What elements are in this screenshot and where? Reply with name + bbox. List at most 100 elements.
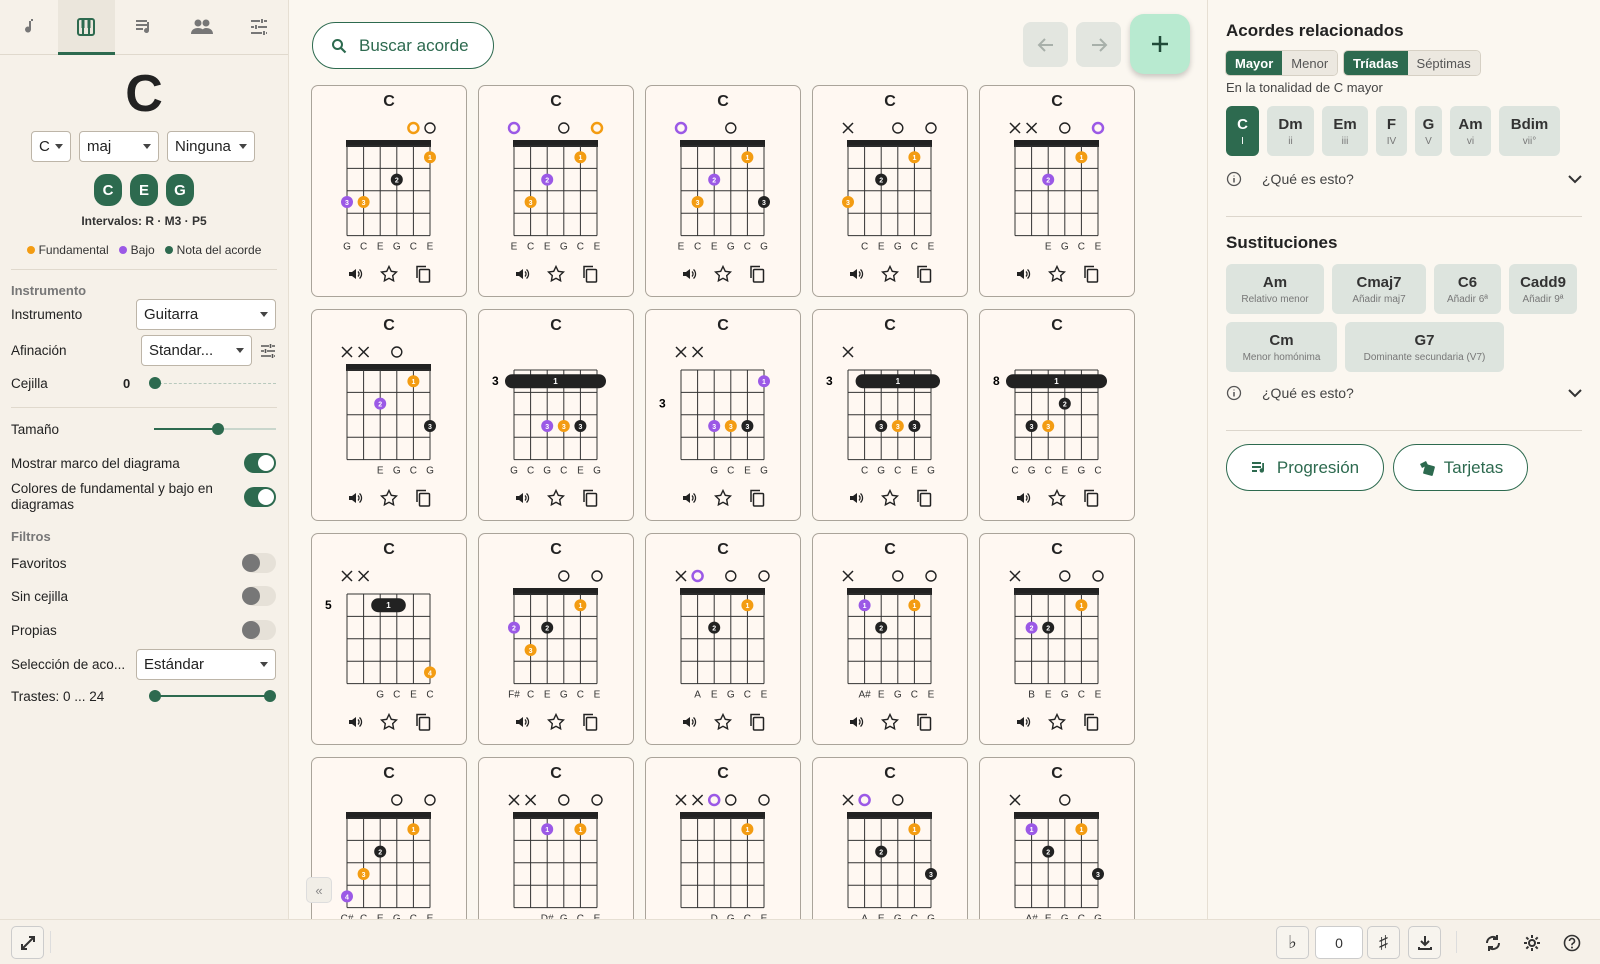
speaker-icon[interactable] — [1013, 264, 1033, 284]
forward-button[interactable] — [1076, 22, 1121, 67]
tab-progression[interactable] — [115, 0, 173, 54]
speaker-icon[interactable] — [1013, 712, 1033, 732]
search-button[interactable]: Buscar acorde — [312, 22, 494, 69]
chord-card[interactable]: C 1 1 2 A# E G C E — [812, 533, 968, 745]
related-chord-em[interactable]: Em iii — [1322, 106, 1368, 156]
mode-minor[interactable]: Menor — [1282, 51, 1338, 75]
chord-card[interactable]: C1234C#CEGCE — [311, 757, 467, 919]
chord-card[interactable]: C123AEGCG — [812, 757, 968, 919]
copy-icon[interactable] — [1081, 488, 1101, 508]
substitution-cm[interactable]: Cm Menor homónima — [1226, 322, 1337, 372]
cards-button[interactable]: Tarjetas — [1393, 444, 1528, 491]
frame-toggle[interactable] — [244, 453, 276, 473]
chord-card[interactable]: C1233GCEGCE — [311, 85, 467, 297]
download-button[interactable] — [1408, 926, 1441, 959]
speaker-icon[interactable] — [345, 712, 365, 732]
tuning-select[interactable]: Standar... — [141, 335, 252, 366]
chord-card[interactable]: C122BEGCE — [979, 533, 1135, 745]
frets-min-handle[interactable] — [149, 690, 161, 702]
copy-icon[interactable] — [747, 488, 767, 508]
note-chip[interactable]: E — [130, 174, 158, 206]
colors-toggle[interactable] — [244, 487, 276, 507]
bass-select[interactable]: Ninguna — [167, 131, 255, 162]
speaker-icon[interactable] — [679, 488, 699, 508]
copy-icon[interactable] — [413, 712, 433, 732]
tab-people[interactable] — [173, 0, 231, 54]
star-icon[interactable] — [379, 264, 399, 284]
star-icon[interactable] — [713, 264, 733, 284]
star-icon[interactable] — [546, 712, 566, 732]
copy-icon[interactable] — [747, 264, 767, 284]
star-icon[interactable] — [379, 488, 399, 508]
speaker-icon[interactable] — [1013, 488, 1033, 508]
related-chord-bdim[interactable]: Bdim vii° — [1499, 106, 1560, 156]
copy-icon[interactable] — [580, 488, 600, 508]
progression-button[interactable]: Progresión — [1226, 444, 1384, 491]
chord-card[interactable]: C1233ECEGCG — [645, 85, 801, 297]
speaker-icon[interactable] — [846, 488, 866, 508]
type-sevenths[interactable]: Séptimas — [1407, 51, 1480, 75]
size-slider-handle[interactable] — [212, 423, 225, 435]
collapse-panel-button[interactable]: « — [306, 877, 332, 903]
star-icon[interactable] — [379, 712, 399, 732]
speaker-icon[interactable] — [345, 488, 365, 508]
speaker-icon[interactable] — [846, 264, 866, 284]
quality-select[interactable]: maj — [79, 131, 159, 162]
chord-card[interactable]: C12AEGCE — [645, 533, 801, 745]
frets-range-slider[interactable] — [154, 695, 272, 697]
star-icon[interactable] — [880, 488, 900, 508]
speaker-icon[interactable] — [679, 264, 699, 284]
chord-card[interactable]: C123CEGCE — [812, 85, 968, 297]
chord-card[interactable]: C81233CGCEGC — [979, 309, 1135, 521]
add-chord-button[interactable] — [1130, 14, 1190, 74]
star-icon[interactable] — [546, 488, 566, 508]
speaker-icon[interactable] — [679, 712, 699, 732]
chord-card[interactable]: C11D#GCE — [478, 757, 634, 919]
substitution-am[interactable]: Am Relativo menor — [1226, 264, 1324, 314]
capo-slider-handle[interactable] — [149, 377, 161, 389]
chord-card[interactable]: C12EGCE — [979, 85, 1135, 297]
tab-settings[interactable] — [230, 0, 288, 54]
star-icon[interactable] — [546, 264, 566, 284]
star-icon[interactable] — [880, 712, 900, 732]
selection-select[interactable]: Estándar — [136, 649, 276, 680]
star-icon[interactable] — [880, 264, 900, 284]
chord-card[interactable]: C31333GCGCEG — [478, 309, 634, 521]
frets-max-handle[interactable] — [264, 690, 276, 702]
copy-icon[interactable] — [747, 712, 767, 732]
copy-icon[interactable] — [413, 488, 433, 508]
chord-card[interactable]: C123EGCG — [311, 309, 467, 521]
instrument-select[interactable]: Guitarra — [136, 299, 276, 330]
substitution-g7[interactable]: G7 Dominante secundaria (V7) — [1345, 322, 1504, 372]
own-toggle[interactable] — [242, 620, 276, 640]
copy-icon[interactable] — [1081, 712, 1101, 732]
chord-card[interactable]: C 1 2 2 3 F# C E G C E — [478, 533, 634, 745]
settings-button[interactable] — [1515, 926, 1548, 959]
chord-card[interactable]: C31333CGCEG — [812, 309, 968, 521]
related-chord-g[interactable]: GV — [1415, 106, 1442, 156]
note-chip[interactable]: G — [166, 174, 194, 206]
copy-icon[interactable] — [580, 712, 600, 732]
sharp-button[interactable]: ♯ — [1367, 926, 1400, 959]
chord-card[interactable]: C514GCEC — [311, 533, 467, 745]
star-icon[interactable] — [1047, 488, 1067, 508]
favorites-toggle[interactable] — [242, 553, 276, 573]
speaker-icon[interactable] — [512, 712, 532, 732]
copy-icon[interactable] — [914, 264, 934, 284]
substitution-c6[interactable]: C6 Añadir 6ª — [1434, 264, 1501, 314]
speaker-icon[interactable] — [512, 264, 532, 284]
sync-button[interactable] — [1476, 926, 1509, 959]
related-chord-c[interactable]: CI — [1226, 106, 1259, 156]
substitution-cmaj7[interactable]: Cmaj7 Añadir maj7 — [1332, 264, 1426, 314]
related-help[interactable]: ¿Qué es esto? — [1226, 171, 1582, 187]
related-chord-dm[interactable]: Dm ii — [1267, 106, 1314, 156]
star-icon[interactable] — [1047, 264, 1067, 284]
star-icon[interactable] — [713, 488, 733, 508]
star-icon[interactable] — [713, 712, 733, 732]
chord-card[interactable]: C1123A#EGCG — [979, 757, 1135, 919]
star-icon[interactable] — [1047, 712, 1067, 732]
related-chord-f[interactable]: F IV — [1376, 106, 1407, 156]
tab-piano[interactable] — [57, 0, 116, 55]
note-chip[interactable]: C — [94, 174, 122, 206]
tune-icon[interactable] — [260, 343, 276, 359]
